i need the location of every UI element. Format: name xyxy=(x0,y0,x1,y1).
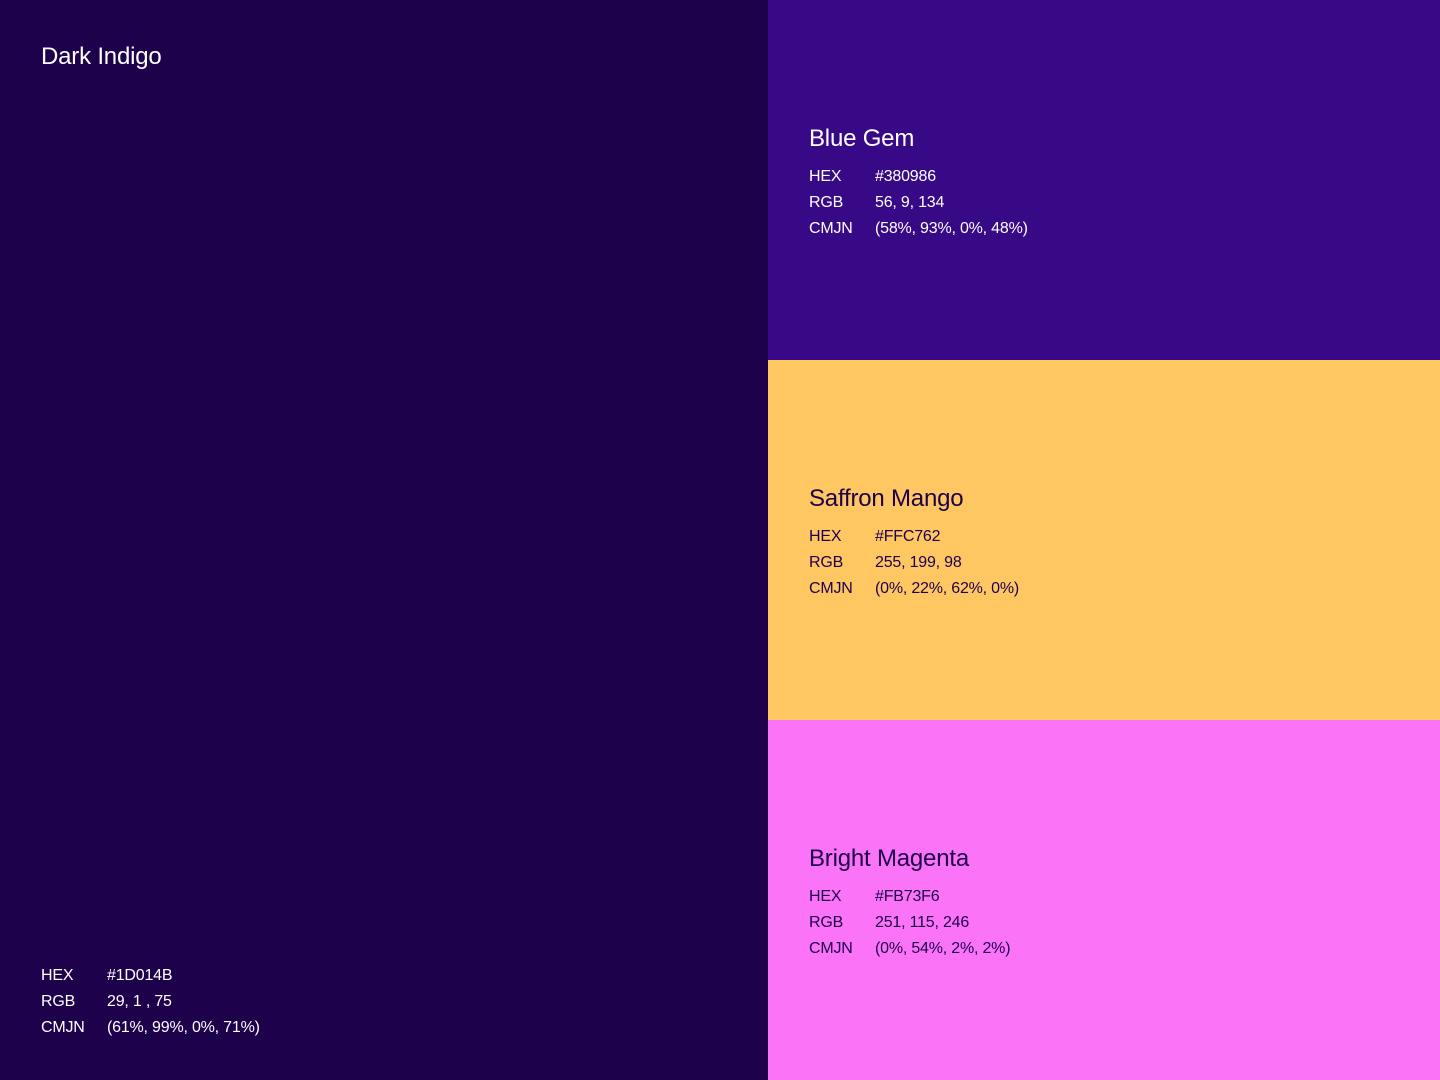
hex-value: #FFC762 xyxy=(875,528,941,545)
color-palette: Dark Indigo HEX #1D014B RGB 29, 1 , 75 C… xyxy=(0,0,1440,1080)
cmjn-label: CMJN xyxy=(809,220,853,237)
cmjn-label: CMJN xyxy=(809,940,853,957)
hex-label: HEX xyxy=(41,967,74,984)
rgb-row: RGB 255, 199, 98 xyxy=(809,550,1019,576)
swatch-info: Blue Gem HEX #380986 RGB 56, 9, 134 CMJN… xyxy=(809,124,1028,242)
hex-label: HEX xyxy=(809,168,842,185)
swatch-saffron-mango: Saffron Mango HEX #FFC762 RGB 255, 199, … xyxy=(768,360,1440,720)
swatch-name: Saffron Mango xyxy=(809,485,964,512)
swatch-name: Blue Gem xyxy=(809,125,915,152)
swatch-bright-magenta: Bright Magenta HEX #FB73F6 RGB 251, 115,… xyxy=(768,720,1440,1080)
cmjn-label: CMJN xyxy=(41,1019,85,1036)
hex-row: HEX #FFC762 xyxy=(809,524,1019,550)
secondary-swatches: Blue Gem HEX #380986 RGB 56, 9, 134 CMJN… xyxy=(768,0,1440,1080)
cmjn-value: (58%, 93%, 0%, 48%) xyxy=(875,220,1028,237)
rgb-value: 255, 199, 98 xyxy=(875,554,962,571)
cmjn-row: CMJN (58%, 93%, 0%, 48%) xyxy=(809,216,1028,242)
hex-label: HEX xyxy=(809,888,842,905)
hex-value: #FB73F6 xyxy=(875,888,940,905)
rgb-label: RGB xyxy=(41,993,76,1010)
rgb-row: RGB 56, 9, 134 xyxy=(809,190,1028,216)
swatch-values: HEX #1D014B RGB 29, 1 , 75 CMJN (61%, 99… xyxy=(41,963,260,1041)
hex-row: HEX #1D014B xyxy=(41,963,260,989)
rgb-value: 251, 115, 246 xyxy=(875,914,970,931)
cmjn-value: (0%, 54%, 2%, 2%) xyxy=(875,940,1011,957)
swatch-name: Bright Magenta xyxy=(809,845,969,872)
hex-row: HEX #FB73F6 xyxy=(809,884,1010,910)
cmjn-row: CMJN (61%, 99%, 0%, 71%) xyxy=(41,1015,260,1041)
swatch-info: Bright Magenta HEX #FB73F6 RGB 251, 115,… xyxy=(809,844,1011,962)
cmjn-row: CMJN (0%, 54%, 2%, 2%) xyxy=(809,936,1011,962)
hex-label: HEX xyxy=(809,528,842,545)
rgb-row: RGB 29, 1 , 75 xyxy=(41,989,260,1015)
rgb-label: RGB xyxy=(809,914,844,931)
swatch-info: Saffron Mango HEX #FFC762 RGB 255, 199, … xyxy=(809,484,1019,602)
hex-value: #1D014B xyxy=(107,967,173,984)
cmjn-label: CMJN xyxy=(809,580,853,597)
swatch-dark-indigo: Dark Indigo HEX #1D014B RGB 29, 1 , 75 C… xyxy=(0,0,768,1080)
rgb-value: 29, 1 , 75 xyxy=(107,993,172,1010)
rgb-row: RGB 251, 115, 246 xyxy=(809,910,1010,936)
rgb-label: RGB xyxy=(809,194,844,211)
cmjn-value: (0%, 22%, 62%, 0%) xyxy=(875,580,1020,597)
swatch-name: Dark Indigo xyxy=(41,43,162,70)
hex-row: HEX #380986 xyxy=(809,164,1028,190)
hex-value: #380986 xyxy=(875,168,936,185)
rgb-label: RGB xyxy=(809,554,844,571)
cmjn-value: (61%, 99%, 0%, 71%) xyxy=(107,1019,260,1036)
swatch-blue-gem: Blue Gem HEX #380986 RGB 56, 9, 134 CMJN… xyxy=(768,0,1440,360)
cmjn-row: CMJN (0%, 22%, 62%, 0%) xyxy=(809,576,1019,602)
rgb-value: 56, 9, 134 xyxy=(875,194,945,211)
